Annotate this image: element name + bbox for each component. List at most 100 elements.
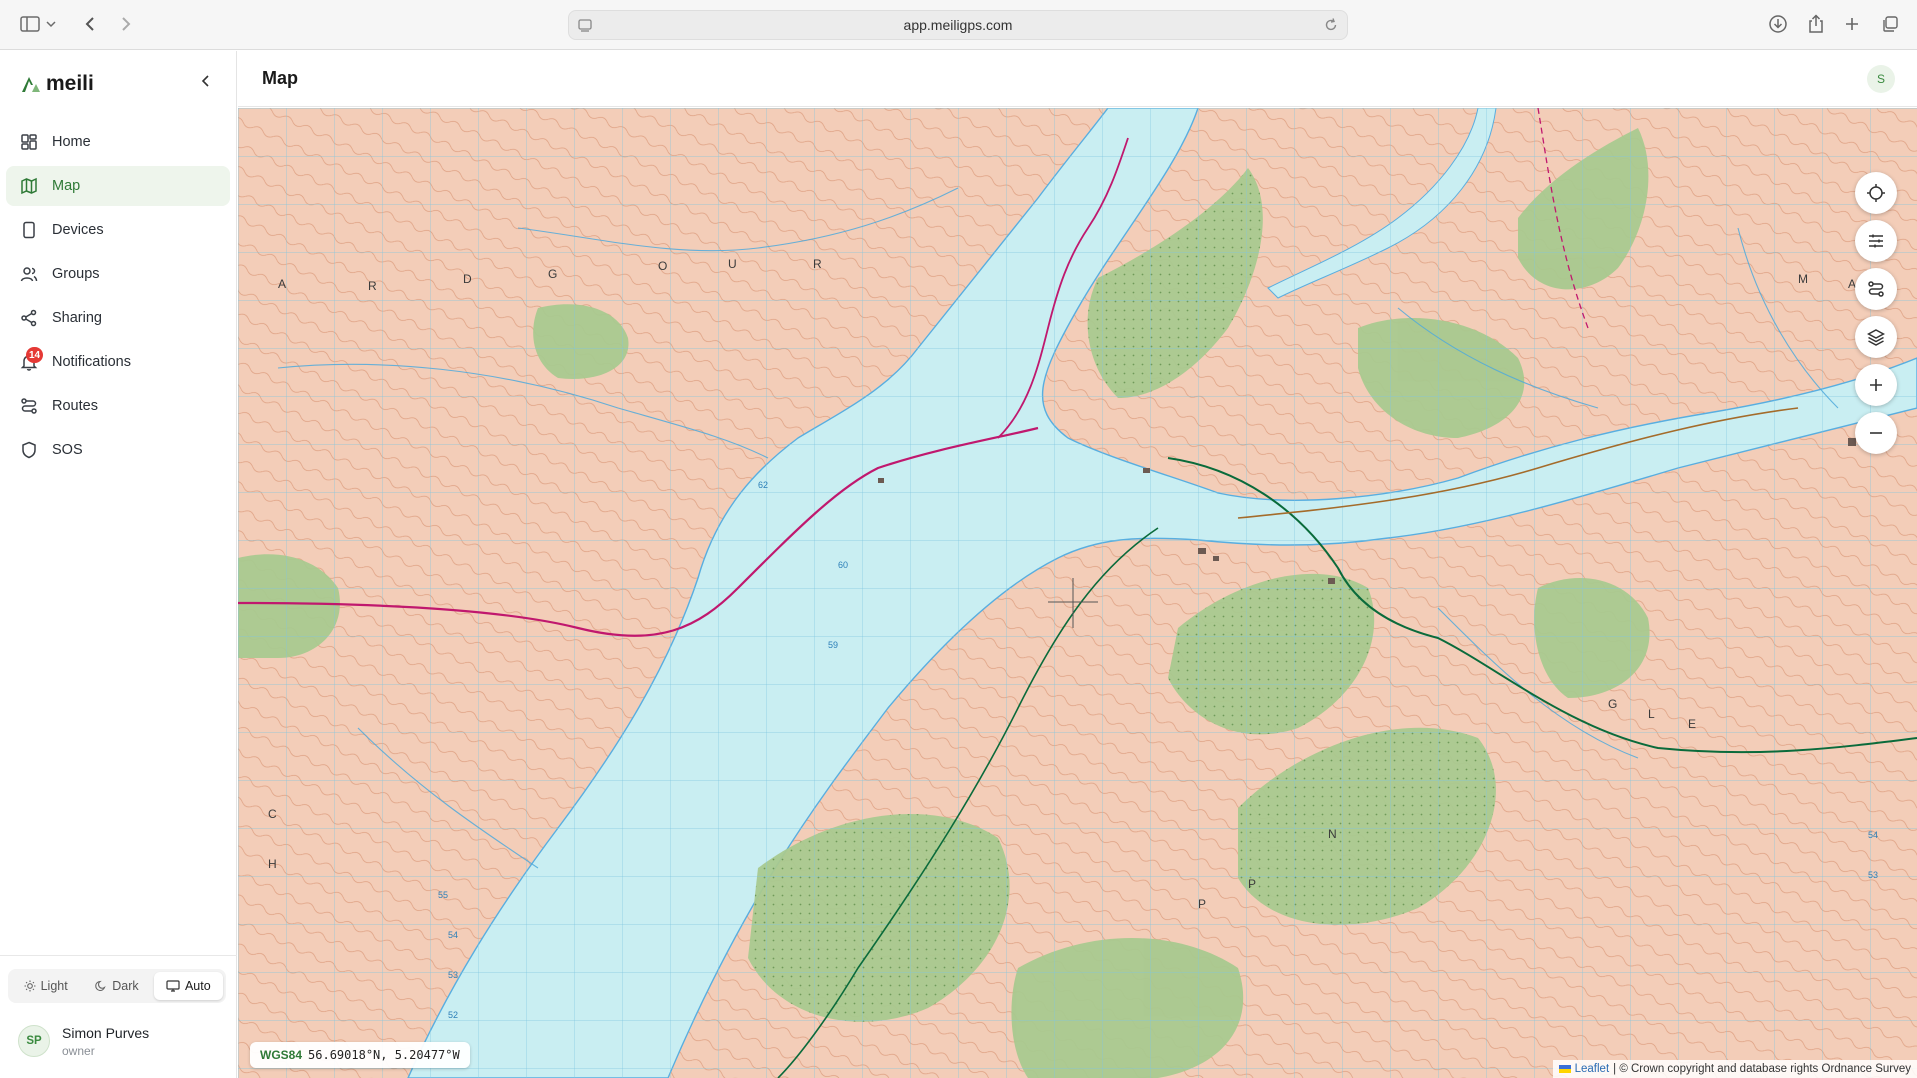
svg-text:R: R (813, 257, 828, 271)
sidebar-item-routes[interactable]: Routes (6, 386, 230, 426)
route-icon (1868, 281, 1884, 297)
sidebar-item-devices[interactable]: Devices (6, 210, 230, 250)
theme-light-button[interactable]: Light (11, 972, 80, 1000)
svg-text:54: 54 (448, 930, 458, 940)
filter-icon (1869, 234, 1883, 248)
sidebar-item-label: Routes (52, 398, 98, 414)
share-nodes-icon (18, 307, 40, 329)
reload-icon[interactable] (1323, 17, 1339, 36)
svg-text:A: A (278, 277, 292, 291)
svg-text:D: D (463, 272, 478, 286)
coordinate-system: WGS84 (260, 1048, 303, 1062)
new-tab-icon[interactable] (1838, 11, 1866, 37)
theme-auto-label: Auto (184, 979, 211, 993)
sidebar-item-label: SOS (52, 442, 83, 458)
locate-button[interactable] (1855, 172, 1897, 214)
sidebar-item-sos[interactable]: SOS (6, 430, 230, 470)
leaflet-link[interactable]: Leaflet (1575, 1063, 1610, 1075)
monitor-icon (166, 980, 180, 992)
url-text: app.meiligps.com (903, 17, 1013, 33)
brand-logo[interactable]: meili (20, 69, 94, 99)
zoom-in-button[interactable] (1855, 364, 1897, 406)
routes-button[interactable] (1855, 268, 1897, 310)
theme-light-label: Light (40, 979, 68, 993)
chevron-down-icon[interactable] (44, 11, 58, 37)
user-role: owner (62, 1043, 95, 1058)
zoom-out-button[interactable] (1855, 412, 1897, 454)
svg-text:53: 53 (448, 970, 458, 980)
svg-text:54: 54 (1868, 830, 1878, 840)
svg-text:60: 60 (838, 560, 848, 570)
collapse-sidebar-button[interactable] (196, 71, 216, 91)
svg-text:59: 59 (828, 640, 838, 650)
svg-text:55: 55 (438, 890, 448, 900)
svg-text:53: 53 (1868, 870, 1878, 880)
sidebar-item-label: Map (52, 178, 81, 194)
route-icon (18, 395, 40, 417)
map-attribution: Leaflet | © Crown copyright and database… (1552, 1060, 1917, 1078)
browser-toolbar: app.meiligps.com (0, 0, 1917, 50)
sidebar-item-home[interactable]: Home (6, 122, 230, 162)
sidebar-item-label: Devices (52, 222, 104, 238)
layers-button[interactable] (1855, 316, 1897, 358)
ukraine-flag-icon (1558, 1065, 1571, 1073)
sidebar-item-sharing[interactable]: Sharing (6, 298, 230, 338)
svg-text:G: G (548, 267, 563, 281)
filter-button[interactable] (1855, 220, 1897, 262)
theme-auto-button[interactable]: Auto (153, 972, 223, 1000)
coordinates-readout[interactable]: WGS84 56.69018°N, 5.20477°W (250, 1042, 470, 1068)
svg-text:52: 52 (448, 1010, 458, 1020)
svg-text:62: 62 (758, 480, 768, 490)
page-settings-icon[interactable] (577, 17, 593, 36)
svg-text:E: E (1688, 717, 1702, 731)
svg-text:R: R (368, 279, 383, 293)
page-header: Map S (238, 51, 1917, 107)
main-nav: Home Map Devices Groups Sharing 14 Notif… (6, 122, 230, 474)
attribution-text: | © Crown copyright and database rights … (1613, 1063, 1911, 1075)
svg-text:G: G (1608, 697, 1623, 711)
layers-icon (1867, 329, 1885, 346)
svg-text:H: H (268, 857, 283, 871)
user-profile[interactable]: SP Simon Purves owner (18, 1018, 218, 1064)
tabs-overview-icon[interactable] (1876, 11, 1904, 37)
svg-text:U: U (728, 257, 743, 271)
sidebar-toggle-icon[interactable] (16, 11, 44, 37)
sidebar-item-map[interactable]: Map (6, 166, 230, 206)
map-controls (1855, 172, 1897, 460)
svg-text:L: L (1648, 707, 1661, 721)
theme-dark-button[interactable]: Dark (82, 972, 151, 1000)
download-icon[interactable] (1764, 11, 1792, 37)
sidebar-item-label: Notifications (52, 354, 131, 370)
back-icon[interactable] (76, 11, 104, 37)
share-icon[interactable] (1802, 11, 1830, 37)
svg-text:M: M (1798, 272, 1814, 286)
topographic-map[interactable]: ARD GOUR MA NPP GLE CH 626059 555453 525… (238, 108, 1917, 1078)
coordinate-value: 56.69018°N, 5.20477°W (308, 1048, 460, 1062)
map-view[interactable]: ARD GOUR MA NPP GLE CH 626059 555453 525… (238, 108, 1917, 1078)
theme-switcher: Light Dark Auto (8, 969, 226, 1003)
map-icon (18, 175, 40, 197)
svg-text:N: N (1328, 827, 1343, 841)
brand-name: meili (46, 72, 94, 95)
theme-dark-label: Dark (112, 979, 139, 993)
svg-text:C: C (268, 807, 283, 821)
divider (0, 955, 237, 956)
moon-icon (95, 980, 106, 992)
zoom-out-icon (1870, 432, 1882, 434)
avatar: SP (18, 1025, 50, 1057)
chevron-left-icon (201, 75, 209, 87)
locate-icon (1867, 184, 1885, 202)
sidebar-item-label: Sharing (52, 310, 102, 326)
sun-icon (24, 980, 36, 992)
forward-icon[interactable] (112, 11, 140, 37)
grid-icon (18, 131, 40, 153)
svg-text:P: P (1198, 897, 1212, 911)
address-bar[interactable]: app.meiligps.com (568, 10, 1348, 40)
sidebar-item-groups[interactable]: Groups (6, 254, 230, 294)
sidebar-item-label: Home (52, 134, 91, 150)
sidebar-item-notifications[interactable]: 14 Notifications (6, 342, 230, 382)
account-avatar[interactable]: S (1867, 65, 1895, 93)
page-title: Map (262, 68, 298, 88)
users-icon (18, 263, 40, 285)
device-icon (18, 219, 40, 241)
